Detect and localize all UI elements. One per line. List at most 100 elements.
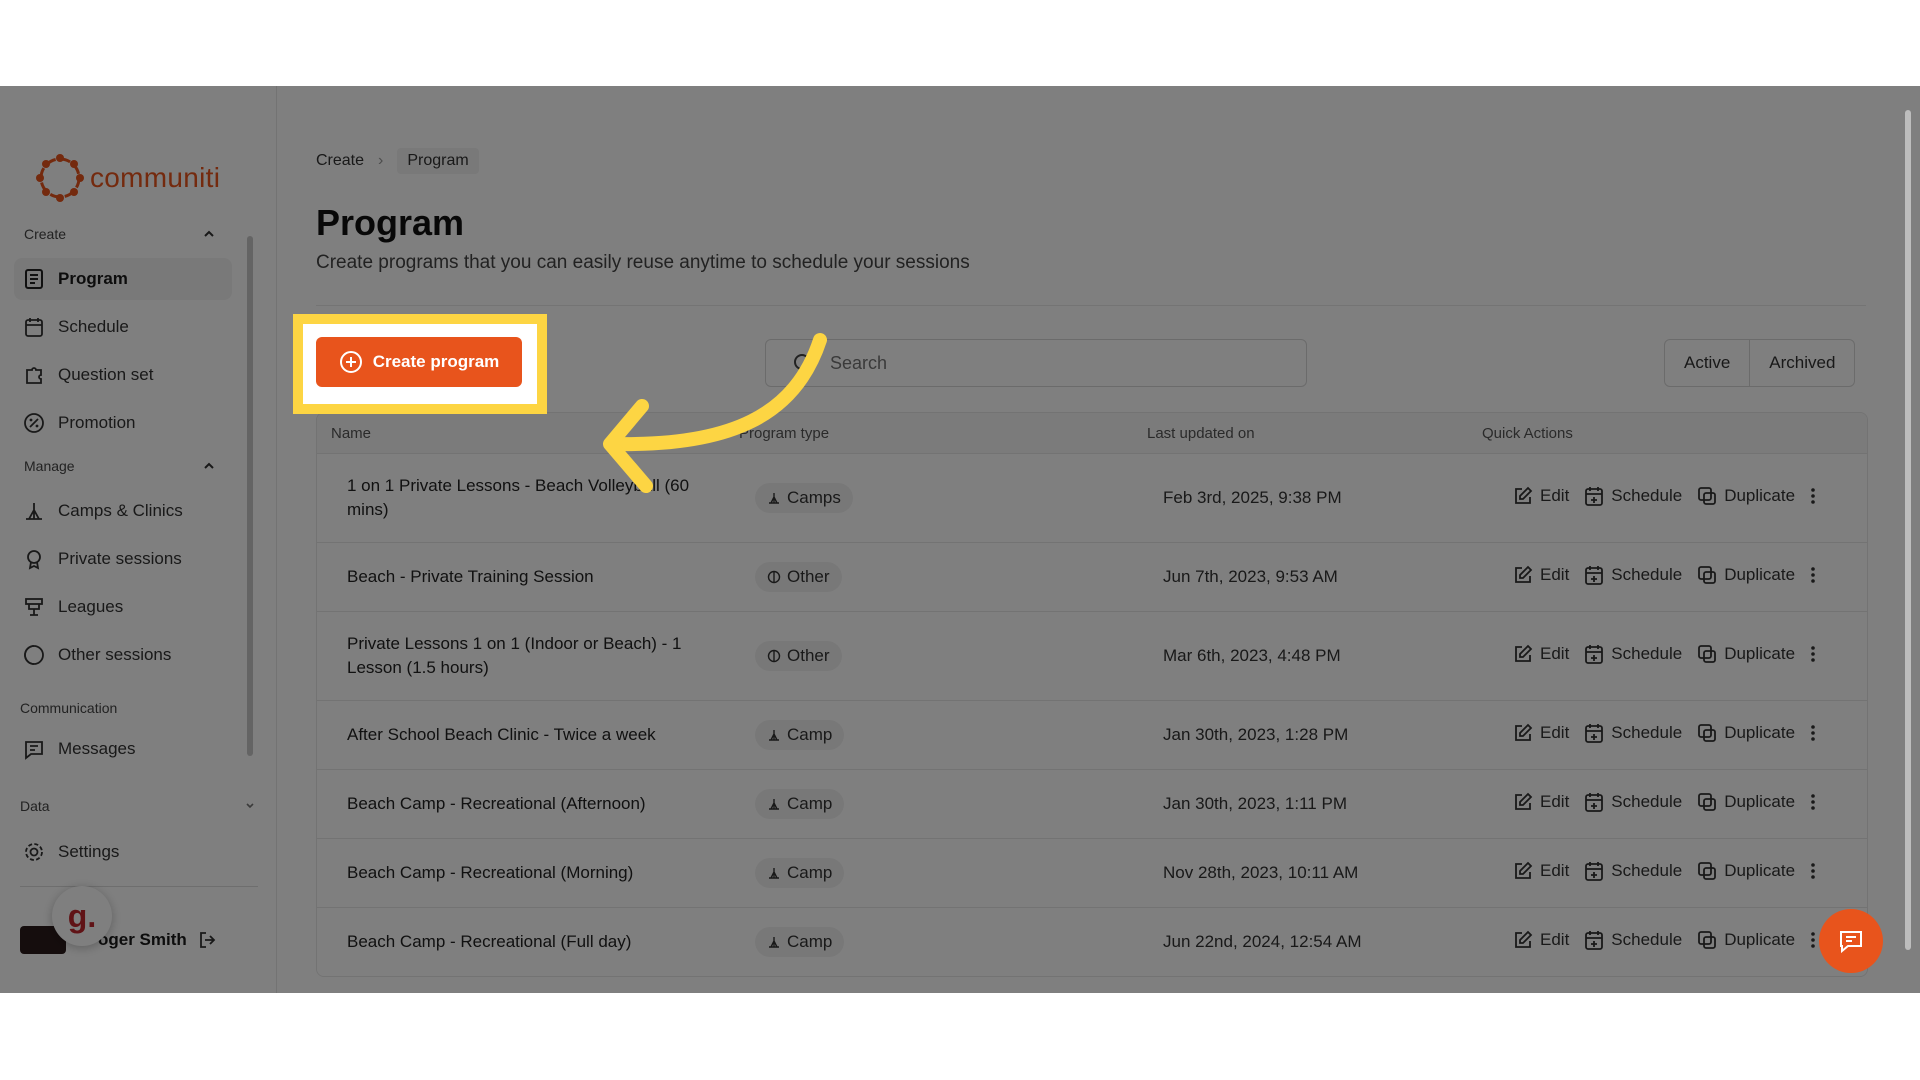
main-content: Create › Program Program Create programs… [316,86,1868,993]
duplicate-label: Duplicate [1724,792,1796,811]
section-data[interactable]: Data [20,798,256,814]
camps-icon [22,499,46,523]
schedule-label: Schedule [1611,486,1683,505]
sidebar-item-program[interactable]: Program [14,258,232,300]
toggle-active[interactable]: Active [1665,340,1749,386]
more-options-icon[interactable] [1809,929,1817,951]
program-type-badge: Camp [755,858,845,888]
more-options-icon[interactable] [1809,722,1817,744]
search-box[interactable] [765,339,1307,387]
duplicate-button[interactable]: Duplicate [1696,929,1795,951]
status-toggle: Active Archived [1664,339,1856,387]
page-scrollbar[interactable] [1905,110,1911,950]
breadcrumb-root[interactable]: Create [316,152,364,170]
more-options-icon[interactable] [1809,860,1817,882]
logo-text: communiti [90,162,221,193]
table-row[interactable]: Beach - Private Training Session Other J… [317,542,1867,611]
more-options-icon[interactable] [1809,564,1817,586]
sidebar-item-label: Schedule [58,317,129,336]
schedule-button[interactable]: Schedule [1583,643,1682,665]
sidebar-item-promotion[interactable]: Promotion [14,402,232,444]
edit-icon [1515,486,1533,504]
quick-actions: Edit Schedule Duplicate [1512,643,1817,665]
table-row[interactable]: Beach Camp - Recreational (Full day) Cam… [317,907,1867,976]
duplicate-button[interactable]: Duplicate [1696,564,1795,586]
chevron-up-icon [204,462,214,469]
sidebar-item-schedule[interactable]: Schedule [14,306,232,348]
create-program-button[interactable]: Create program [316,337,522,387]
duplicate-button[interactable]: Duplicate [1696,722,1795,744]
program-icon [22,267,46,291]
chevron-up-icon [204,230,214,237]
logout-icon[interactable] [197,929,219,951]
user-name: oger Smith [98,930,187,949]
last-updated: Mar 6th, 2023, 4:48 PM [1163,646,1341,665]
chat-button[interactable] [1819,909,1883,973]
last-updated: Jan 30th, 2023, 1:11 PM [1163,794,1347,813]
sidebar-scrollbar[interactable] [247,236,253,756]
schedule-button[interactable]: Schedule [1583,860,1682,882]
table-row[interactable]: After School Beach Clinic - Twice a week… [317,700,1867,769]
program-name[interactable]: After School Beach Clinic - Twice a week [347,723,707,747]
sidebar-item-question-set[interactable]: Question set [14,354,232,396]
duplicate-button[interactable]: Duplicate [1696,643,1795,665]
duplicate-button[interactable]: Duplicate [1696,791,1795,813]
schedule-button[interactable]: Schedule [1583,791,1682,813]
schedule-button[interactable]: Schedule [1583,564,1682,586]
section-create[interactable]: Create [24,226,216,242]
table-row[interactable]: Beach Camp - Recreational (Morning) Camp… [317,838,1867,907]
sidebar-item-private-sessions[interactable]: Private sessions [14,538,232,580]
edit-icon [1515,792,1533,810]
g-assistant-badge[interactable]: g. [52,886,112,946]
last-updated: Nov 28th, 2023, 10:11 AM [1163,863,1359,882]
logo-ring-icon [36,154,84,202]
duplicate-label: Duplicate [1724,861,1796,880]
edit-button[interactable]: Edit [1512,791,1569,813]
duplicate-button[interactable]: Duplicate [1696,485,1795,507]
schedule-button[interactable]: Schedule [1583,722,1682,744]
edit-button[interactable]: Edit [1512,485,1569,507]
more-options-icon[interactable] [1809,643,1817,665]
calendar-plus-icon [1585,724,1604,743]
search-input[interactable] [828,351,1272,375]
section-manage[interactable]: Manage [24,458,216,474]
duplicate-button[interactable]: Duplicate [1696,860,1795,882]
program-name[interactable]: Private Lessons 1 on 1 (Indoor or Beach)… [347,632,707,680]
create-program-label: Create program [372,352,500,371]
edit-button[interactable]: Edit [1512,643,1569,665]
schedule-label: Schedule [1611,861,1683,880]
schedule-button[interactable]: Schedule [1583,485,1682,507]
edit-button[interactable]: Edit [1512,564,1569,586]
more-options-icon[interactable] [1809,791,1817,813]
program-name[interactable]: Beach Camp - Recreational (Full day) [347,930,707,954]
program-name[interactable]: Beach - Private Training Session [347,565,707,589]
table-body: 1 on 1 Private Lessons - Beach Volleybal… [317,453,1867,976]
sidebar-item-camps-clinics[interactable]: Camps & Clinics [14,490,232,532]
schedule-label: Schedule [1611,644,1683,663]
toggle-archived[interactable]: Archived [1749,340,1854,386]
sidebar-item-settings[interactable]: Settings [14,831,232,873]
schedule-label: Schedule [1611,723,1683,742]
communiti-logo[interactable]: communiti [34,152,220,204]
award-icon [22,547,46,571]
sidebar-item-other-sessions[interactable]: Other sessions [14,634,232,676]
edit-button[interactable]: Edit [1512,860,1569,882]
more-options-icon[interactable] [1809,485,1817,507]
section-title: Create [24,226,67,242]
table-row[interactable]: Beach Camp - Recreational (Afternoon) Ca… [317,769,1867,838]
program-name[interactable]: Beach Camp - Recreational (Morning) [347,861,707,885]
camps-icon [767,797,781,811]
table-row[interactable]: Private Lessons 1 on 1 (Indoor or Beach)… [317,611,1867,700]
schedule-button[interactable]: Schedule [1583,929,1682,951]
program-name[interactable]: Beach Camp - Recreational (Afternoon) [347,792,707,816]
program-type-badge: Camp [755,927,845,957]
leagues-icon [22,595,46,619]
sidebar-item-messages[interactable]: Messages [14,728,232,770]
user-profile[interactable]: oger Smith [20,926,219,954]
edit-button[interactable]: Edit [1512,722,1569,744]
calendar-plus-icon [1585,645,1604,664]
table-row[interactable]: 1 on 1 Private Lessons - Beach Volleybal… [317,453,1867,542]
edit-button[interactable]: Edit [1512,929,1569,951]
sidebar-item-leagues[interactable]: Leagues [14,586,232,628]
program-type-label: Camp [787,863,833,882]
